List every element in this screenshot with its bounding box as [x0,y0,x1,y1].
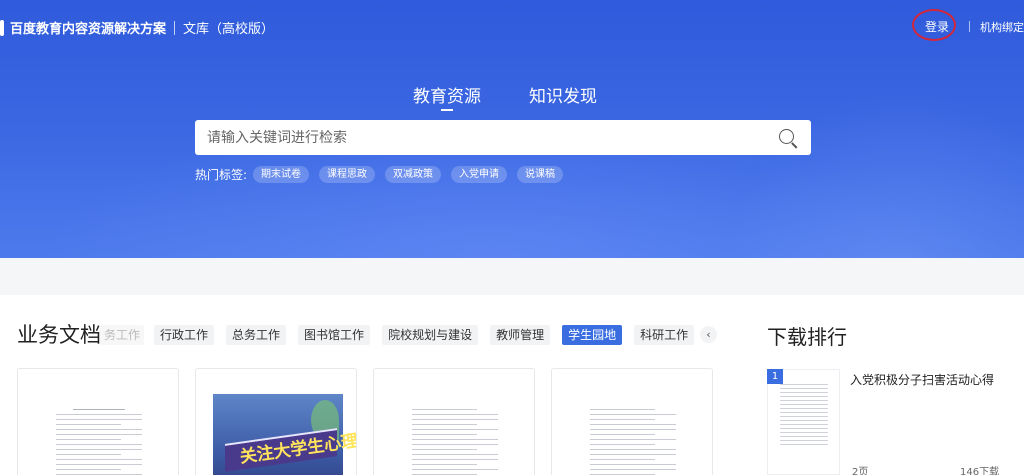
tab-knowledge-discovery[interactable]: 知识发现 [529,82,597,107]
top-right-nav: 登录 机构绑定 [911,9,1024,41]
hot-tags: 热门标签: 期末试卷 课程思政 双减政策 入党申请 说课稿 [195,166,573,183]
hot-tag-course-ideology[interactable]: 课程思政 [319,166,376,183]
brand-mark-icon [0,19,4,36]
doc-thumbnail [56,409,142,475]
hero-banner: 百度教育内容资源解决方案 文库（高校版） 登录 机构绑定 教育资源 知识发现 热… [0,0,1024,258]
hot-tag-double-reduction[interactable]: 双减政策 [385,166,442,183]
tab-education-resources[interactable]: 教育资源 [413,82,481,111]
brand-main-title: 百度教育内容资源解决方案 [10,22,167,37]
category-tab-general[interactable]: 务工作 [100,325,145,345]
search-input[interactable] [207,129,777,146]
category-tab-general-affairs[interactable]: 总务工作 [226,325,287,345]
rank-badge: 1 [767,369,783,384]
category-tab-student-garden[interactable]: 学生园地 [562,325,623,345]
doc-card[interactable] [17,368,179,475]
brand[interactable]: 百度教育内容资源解决方案 文库（高校版） [0,18,274,37]
category-tab-teacher-mgmt[interactable]: 教师管理 [490,325,551,345]
org-bind-button[interactable]: 机构绑定 [980,19,1024,35]
doc-cards: 关注大学生心理健康 [17,368,729,475]
main-tabs: 教育资源 知识发现 [413,82,645,111]
ranking-item-downloads: 146下载 [960,467,1000,475]
category-tab-planning[interactable]: 院校规划与建设 [382,325,479,345]
login-button[interactable]: 登录 [911,9,956,41]
business-docs-title: 业务文档 [17,323,101,347]
content-panel: 业务文档 务工作 行政工作 总务工作 图书馆工作 院校规划与建设 教师管理 学生… [0,295,1024,475]
category-tab-admin[interactable]: 行政工作 [154,325,215,345]
hot-tag-final-exam[interactable]: 期末试卷 [253,166,310,183]
hot-tag-lesson-talk[interactable]: 说课稿 [517,166,564,183]
download-ranking-title: 下载排行 [767,325,847,349]
chevron-left-icon[interactable]: ‹ [700,326,717,343]
doc-card[interactable]: 关注大学生心理健康 [195,368,357,475]
ranking-item-title[interactable]: 入党积极分子扫害活动心得 [850,371,994,388]
ranking-thumbnail [767,369,840,475]
doc-card[interactable] [551,368,713,475]
hot-tags-label: 热门标签: [195,168,248,182]
category-tab-research[interactable]: 科研工作 [634,325,695,345]
ranking-item[interactable]: 1 入党积极分子扫害活动心得 2页 146下载 [767,367,1024,475]
doc-card[interactable] [373,368,535,475]
brand-sub-title: 文库（高校版） [183,22,275,37]
login-label: 登录 [924,20,949,34]
category-tab-library[interactable]: 图书馆工作 [298,325,371,345]
doc-thumbnail [412,409,498,475]
brand-divider [174,20,176,35]
search-icon[interactable] [777,127,799,149]
search-box [195,120,811,155]
ranking-item-pages: 2页 [852,467,869,475]
top-right-divider [969,21,970,32]
doc-thumbnail [590,409,676,475]
hot-tag-party-application[interactable]: 入党申请 [451,166,508,183]
doc-thumbnail: 关注大学生心理健康 [213,394,356,475]
category-tabs: 务工作 行政工作 总务工作 图书馆工作 院校规划与建设 教师管理 学生园地 科研… [100,325,717,345]
